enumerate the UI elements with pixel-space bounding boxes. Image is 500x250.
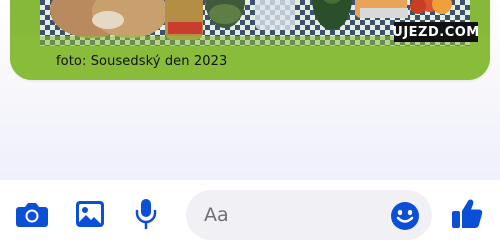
message-input[interactable] [204, 202, 384, 228]
microphone-icon [135, 199, 157, 230]
thumbs-up-icon [452, 199, 483, 228]
emoji-icon [391, 202, 419, 230]
camera-button[interactable] [14, 196, 50, 232]
voice-message-button[interactable] [128, 196, 164, 232]
image-icon [76, 201, 104, 227]
watermark-logo: UJEZD.COM [392, 22, 479, 42]
shared-photo[interactable]: foto: Sousedský den 2023 UJEZD.COM [10, 0, 490, 80]
emoji-button[interactable] [388, 199, 422, 233]
like-button[interactable] [448, 194, 486, 232]
photo-caption: foto: Sousedský den 2023 [56, 54, 228, 69]
camera-icon [16, 203, 48, 227]
gallery-button[interactable] [72, 196, 108, 232]
